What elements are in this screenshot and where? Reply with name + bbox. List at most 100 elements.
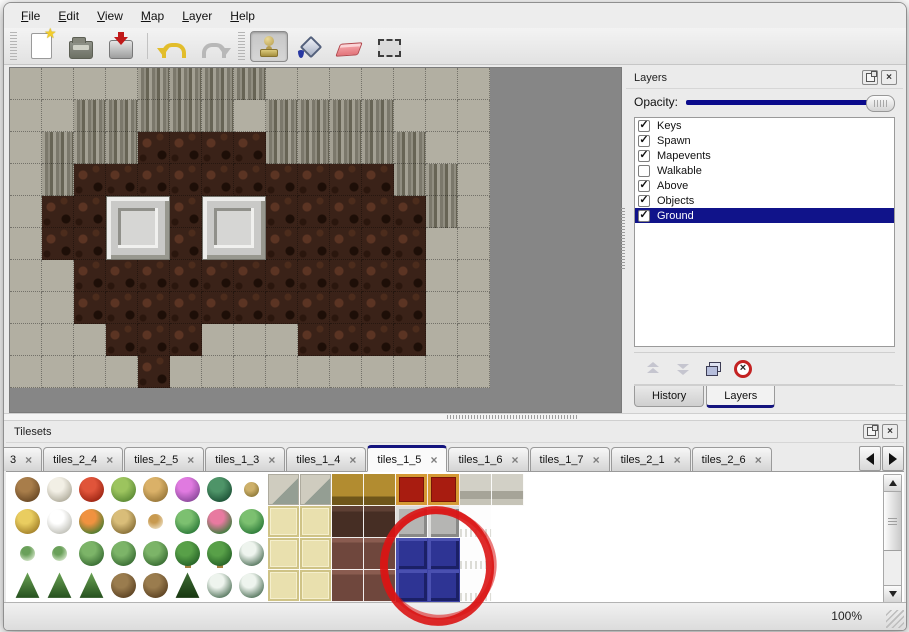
- scroll-up-button[interactable]: [884, 475, 901, 492]
- tileset-tab-tiles_2_1[interactable]: tiles_2_1×: [611, 447, 691, 471]
- tileset-tile-blank[interactable]: [492, 538, 524, 570]
- close-tab-icon[interactable]: ×: [755, 454, 762, 466]
- tileset-tile-clothtop[interactable]: [460, 506, 492, 538]
- tileset-tab-tiles_1_4[interactable]: tiles_1_4×: [286, 447, 366, 471]
- tileset-tile-twig[interactable]: [236, 474, 268, 506]
- menu-item-layer[interactable]: Layer: [173, 5, 221, 27]
- close-tab-icon[interactable]: ×: [268, 454, 275, 466]
- close-tab-icon[interactable]: ×: [349, 454, 356, 466]
- layer-checkbox[interactable]: [638, 210, 650, 222]
- tileset-tile-tanfloor[interactable]: [300, 570, 332, 602]
- tileset-tile-midwood[interactable]: [364, 538, 396, 570]
- tileset-tab-tiles_1_7[interactable]: tiles_1_7×: [530, 447, 610, 471]
- close-panel-button[interactable]: ×: [882, 424, 898, 439]
- new-button[interactable]: [22, 31, 60, 62]
- tileset-tab-tiles_1_5[interactable]: tiles_1_5×: [367, 445, 447, 472]
- tileset-tile-snowmound[interactable]: [44, 506, 76, 538]
- save-button[interactable]: [102, 31, 140, 62]
- tileset-tile-redflower[interactable]: [76, 474, 108, 506]
- duplicate-layer-button[interactable]: [698, 356, 728, 382]
- tileset-tile-tanfloor[interactable]: [268, 506, 300, 538]
- tileset-tile-lilypad[interactable]: [236, 506, 268, 538]
- tileset-tile-sprigs[interactable]: [44, 538, 76, 570]
- layer-row-walkable[interactable]: Walkable: [635, 163, 894, 178]
- tileset-tile-bush[interactable]: [140, 538, 172, 570]
- delete-layer-button[interactable]: [728, 356, 758, 382]
- close-tab-icon[interactable]: ×: [430, 454, 437, 466]
- tileset-tile-carpet[interactable]: [396, 474, 428, 506]
- tileset-tile-bluesel[interactable]: [428, 570, 460, 602]
- tileset-tile-tanfloor[interactable]: [300, 506, 332, 538]
- close-panel-button[interactable]: ×: [881, 70, 897, 85]
- tileset-tile-blank[interactable]: [524, 506, 556, 538]
- close-tab-icon[interactable]: ×: [25, 454, 32, 466]
- tab-history[interactable]: History: [634, 386, 704, 407]
- resize-grip[interactable]: [886, 610, 904, 628]
- close-tab-icon[interactable]: ×: [593, 454, 600, 466]
- close-tab-icon[interactable]: ×: [674, 454, 681, 466]
- tileset-tab-tiles_2_5[interactable]: tiles_2_5×: [124, 447, 204, 471]
- toolbar-drag-handle[interactable]: [238, 32, 245, 60]
- tileset-tile-midwood[interactable]: [364, 570, 396, 602]
- scrollbar-thumb[interactable]: [884, 492, 901, 551]
- opacity-slider[interactable]: [686, 100, 893, 105]
- layer-row-keys[interactable]: Keys: [635, 118, 894, 133]
- tileset-tile-orangeflowers[interactable]: [76, 506, 108, 538]
- tileset-tile-stone3d[interactable]: [428, 506, 460, 538]
- tileset-tile-woodtop[interactable]: [364, 474, 396, 506]
- tileset-tile-rosebush[interactable]: [204, 506, 236, 538]
- toolbar-drag-handle[interactable]: [10, 32, 17, 60]
- layer-row-above[interactable]: Above: [635, 178, 894, 193]
- select-button[interactable]: [370, 31, 408, 62]
- tileset-tab-tiles_1_6[interactable]: tiles_1_6×: [448, 447, 528, 471]
- menu-item-view[interactable]: View: [88, 5, 132, 27]
- tileset-tab-tiles_2_6[interactable]: tiles_2_6×: [692, 447, 772, 471]
- close-tab-icon[interactable]: ×: [106, 454, 113, 466]
- float-panel-button[interactable]: [862, 70, 878, 85]
- scroll-tabs-right-button[interactable]: [882, 446, 904, 471]
- tileset-tile-palm[interactable]: [172, 538, 204, 570]
- layer-row-spawn[interactable]: Spawn: [635, 133, 894, 148]
- layer-checkbox[interactable]: [638, 135, 650, 147]
- tileset-tile-blank[interactable]: [492, 570, 524, 602]
- layer-row-mapevents[interactable]: Mapevents: [635, 148, 894, 163]
- open-button[interactable]: [62, 31, 100, 62]
- tileset-tile-bush[interactable]: [76, 538, 108, 570]
- tileset-tile-blank[interactable]: [524, 474, 556, 506]
- map-canvas[interactable]: [9, 67, 622, 413]
- tileset-tile-graywall[interactable]: [460, 474, 492, 506]
- tileset-tab-tiles_2_4[interactable]: tiles_2_4×: [43, 447, 123, 471]
- tileset-tile-tanfloor[interactable]: [300, 538, 332, 570]
- tileset-tile-pine[interactable]: [12, 570, 44, 602]
- fill-button[interactable]: [290, 31, 328, 62]
- move-up-layer-button[interactable]: [638, 356, 668, 382]
- tileset-tile-darkwood[interactable]: [364, 506, 396, 538]
- stamp-button[interactable]: [250, 31, 288, 62]
- tileset-tile-leaves[interactable]: [140, 506, 172, 538]
- horizontal-splitter[interactable]: [4, 413, 906, 421]
- layer-row-ground[interactable]: Ground: [635, 208, 894, 223]
- tileset-tile-midwood[interactable]: [332, 570, 364, 602]
- tileset-tile-bush[interactable]: [108, 538, 140, 570]
- menu-item-file[interactable]: File: [12, 5, 49, 27]
- layer-checkbox[interactable]: [638, 165, 650, 177]
- tileset-tile-haymound[interactable]: [12, 506, 44, 538]
- tileset-tile-cloth[interactable]: [460, 570, 492, 602]
- tileset-grid[interactable]: [12, 474, 556, 602]
- tileset-tile-bluesel[interactable]: [428, 538, 460, 570]
- layer-checkbox[interactable]: [638, 195, 650, 207]
- move-down-layer-button[interactable]: [668, 356, 698, 382]
- tileset-tile-snowpine[interactable]: [204, 570, 236, 602]
- scroll-down-button[interactable]: [884, 585, 901, 602]
- tileset-tile-stump[interactable]: [108, 474, 140, 506]
- tileset-tile-midwood[interactable]: [332, 538, 364, 570]
- tileset-tile-baretree[interactable]: [140, 570, 172, 602]
- tileset-tile-fern[interactable]: [204, 474, 236, 506]
- tileset-tile-graywall[interactable]: [492, 474, 524, 506]
- layer-row-objects[interactable]: Objects: [635, 193, 894, 208]
- tileset-tile-pine[interactable]: [44, 570, 76, 602]
- tileset-tile-carpet[interactable]: [428, 474, 460, 506]
- layer-checkbox[interactable]: [638, 150, 650, 162]
- tileset-tile-pinkbush[interactable]: [172, 474, 204, 506]
- close-tab-icon[interactable]: ×: [512, 454, 519, 466]
